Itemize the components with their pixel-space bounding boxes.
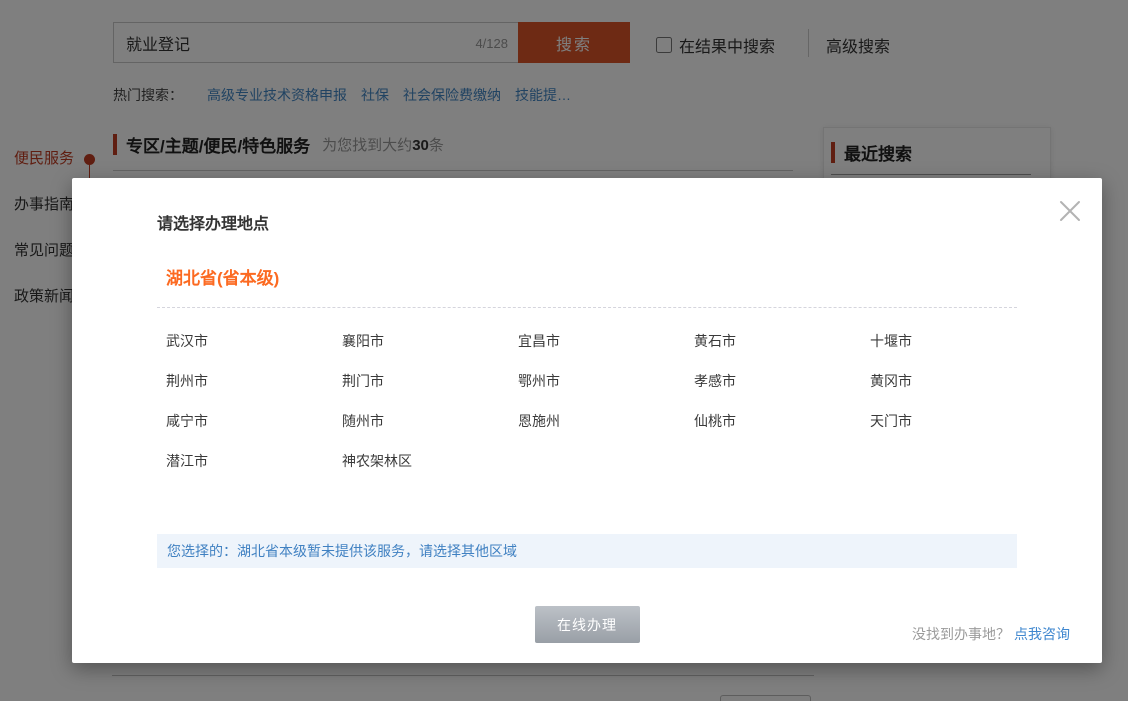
dialog-title: 请选择办理地点: [157, 216, 270, 233]
city-option[interactable]: 孝感市: [694, 361, 870, 401]
city-option[interactable]: 宜昌市: [518, 321, 694, 361]
footer-hint: 没找到办事地？: [912, 626, 1010, 642]
province-header[interactable]: 湖北省(省本级): [166, 264, 1017, 289]
online-handle-button[interactable]: 在线办理: [534, 606, 640, 643]
city-option[interactable]: 咸宁市: [166, 401, 342, 441]
city-option[interactable]: 十堰市: [870, 321, 1046, 361]
dialog-footer: 没找到办事地？ 点我咨询: [912, 624, 1070, 644]
city-option[interactable]: 鄂州市: [518, 361, 694, 401]
close-icon[interactable]: [1057, 198, 1083, 224]
dashed-divider: [157, 307, 1017, 308]
city-option[interactable]: 襄阳市: [342, 321, 518, 361]
city-grid: 武汉市 襄阳市 宜昌市 黄石市 十堰市 荆州市 荆门市 鄂州市 孝感市 黄冈市 咸宁市 随州市 恩施州仙…: [166, 321, 1017, 481]
city-option[interactable]: 潜江市: [166, 441, 342, 481]
city-option[interactable]: 荆门市: [342, 361, 518, 401]
city-option[interactable]: 荆州市: [166, 361, 342, 401]
selection-notice: 您选择的：湖北省本级暂未提供该服务，请选择其他区域: [157, 534, 1017, 568]
consult-link[interactable]: 点我咨询: [1014, 626, 1070, 642]
select-location-dialog: 请选择办理地点 湖北省(省本级) 武汉市 襄阳市 宜昌市 黄石市 十堰市 荆州市 荆门市 鄂州…: [72, 178, 1102, 663]
city-option[interactable]: 天门市: [870, 401, 1046, 441]
city-option[interactable]: 恩施州: [518, 401, 694, 441]
city-option[interactable]: 随州市: [342, 401, 518, 441]
city-option[interactable]: 黄石市: [694, 321, 870, 361]
city-option[interactable]: 黄冈市: [870, 361, 1046, 401]
city-option[interactable]: 神农架林区: [342, 441, 518, 481]
city-option[interactable]: 仙桃市: [694, 401, 870, 441]
city-option[interactable]: 武汉市: [166, 321, 342, 361]
